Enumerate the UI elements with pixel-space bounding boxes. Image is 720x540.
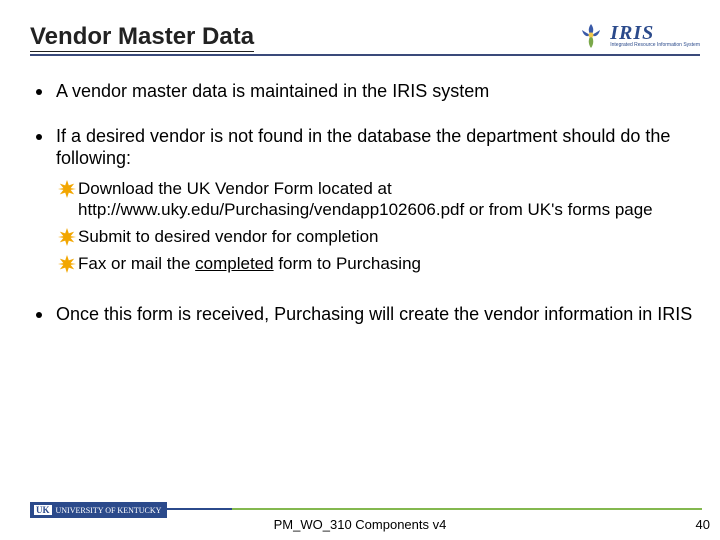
header: Vendor Master Data IRIS Integrated Resou… [30,20,700,56]
starburst-icon [58,228,76,246]
bullet-dot-icon [36,89,42,95]
bullet-text: A vendor master data is maintained in th… [56,80,700,103]
sub-bullet-text: Submit to desired vendor for completion [78,226,379,247]
uk-logo: UK UNIVERSITY OF KENTUCKY [30,502,167,518]
footer-center-text: PM_WO_310 Components v4 [0,517,720,532]
sub-bullet-item: Download the UK Vendor Form located at h… [58,178,700,221]
bullet-item: A vendor master data is maintained in th… [30,80,700,103]
bullet-dot-icon [36,312,42,318]
bullet-item: Once this form is received, Purchasing w… [30,303,700,326]
bullet-text: Once this form is received, Purchasing w… [56,303,700,326]
underlined-word: completed [195,254,273,273]
sub-bullet-text: Download the UK Vendor Form located at h… [78,178,700,221]
iris-logo-sub: Integrated Resource Information System [610,43,700,48]
starburst-icon [58,255,76,273]
iris-logo-text: IRIS Integrated Resource Information Sys… [610,23,700,48]
bullet-dot-icon [36,134,42,140]
bullet-text-line: If a desired vendor is not found in the … [56,126,670,169]
slide: Vendor Master Data IRIS Integrated Resou… [0,0,720,540]
iris-logo-main: IRIS [610,23,700,43]
page-number: 40 [696,517,710,532]
bullet-text: If a desired vendor is not found in the … [56,125,700,281]
starburst-icon [58,180,76,198]
uk-logo-mark: UK [34,505,52,515]
bullet-item: If a desired vendor is not found in the … [30,125,700,281]
iris-logo: IRIS Integrated Resource Information Sys… [576,20,700,50]
sub-list: Download the UK Vendor Form located at h… [58,178,700,275]
content: A vendor master data is maintained in th… [30,80,700,325]
sub-bullet-item: Submit to desired vendor for completion [58,226,700,247]
uk-logo-text: UNIVERSITY OF KENTUCKY [56,506,162,515]
slide-title: Vendor Master Data [30,23,254,52]
sub-bullet-item: Fax or mail the completed form to Purcha… [58,253,700,274]
sub-bullet-text: Fax or mail the completed form to Purcha… [78,253,421,274]
iris-flower-icon [576,20,606,50]
